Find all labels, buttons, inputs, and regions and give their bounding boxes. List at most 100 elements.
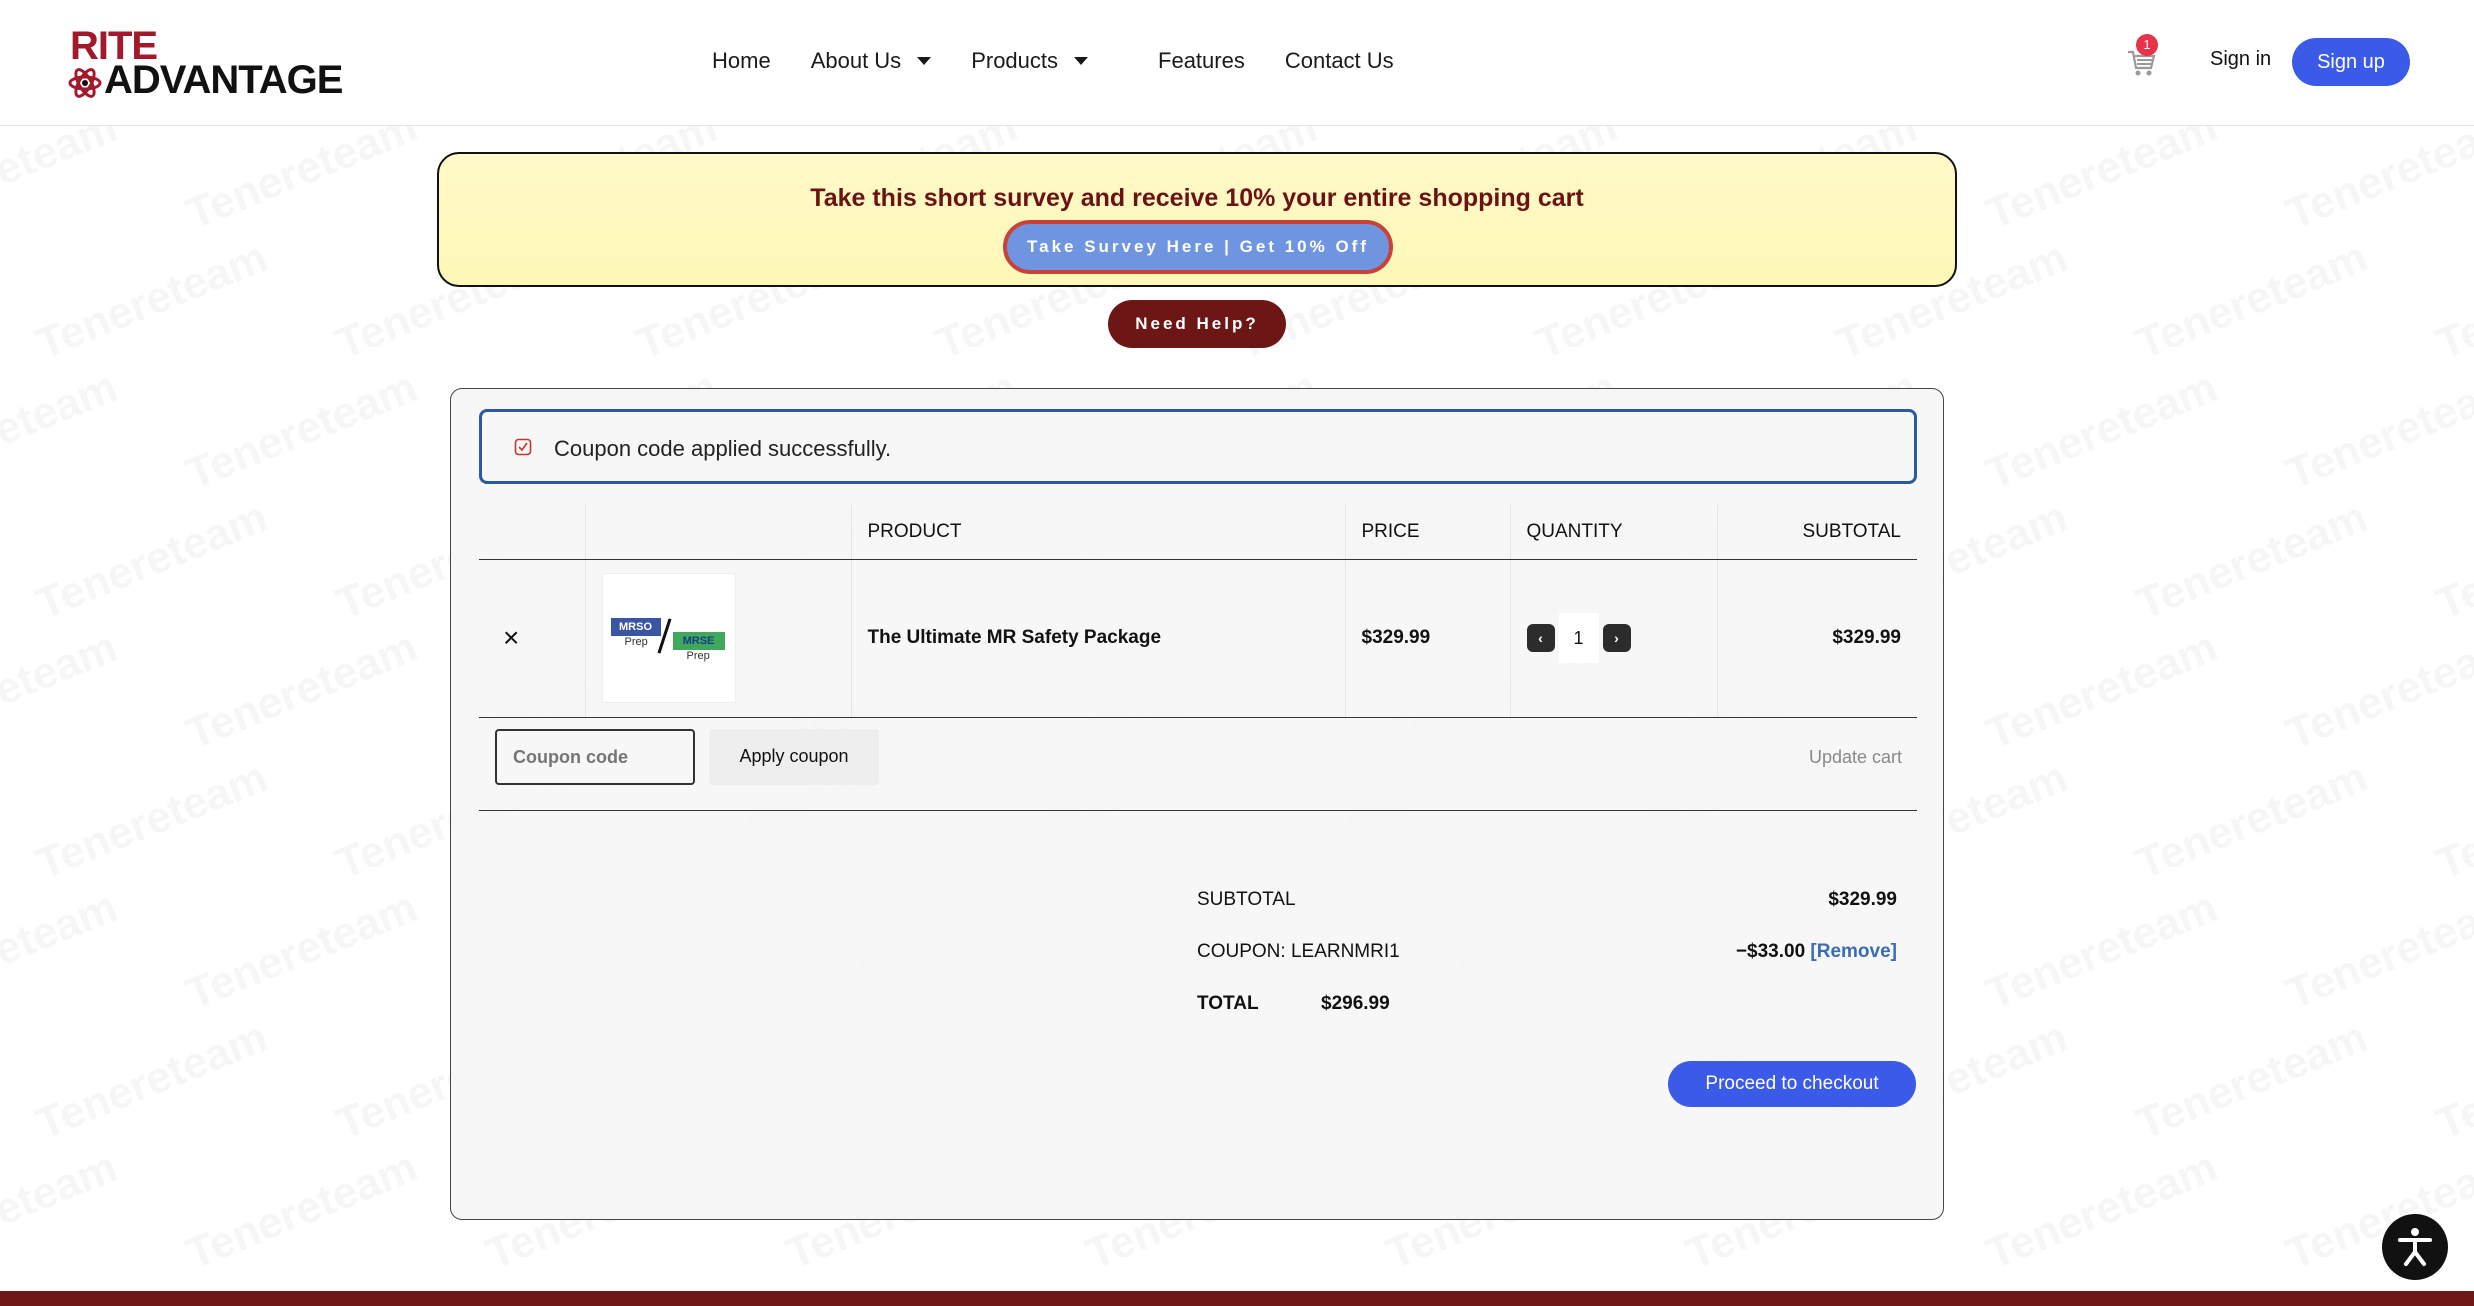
survey-title: Take this short survey and receive 10% y…: [810, 184, 1584, 212]
coupon-row: Apply coupon Update cart: [479, 717, 1917, 811]
watermark-text: Tenereteam: [180, 882, 425, 1020]
watermark-text: Tenereteam: [180, 362, 425, 500]
remove-cell: ×: [479, 559, 585, 718]
site-header: RITE ADVANTAGE Home About Us Products Fe…: [0, 0, 2474, 126]
chevron-left-icon[interactable]: ‹: [1526, 624, 1555, 652]
sign-up-button[interactable]: Sign up: [2292, 38, 2410, 86]
thumb-logo-b-sub: Prep: [686, 650, 710, 662]
nav-features-label: Features: [1158, 48, 1245, 73]
success-notice: Coupon code applied successfully.: [479, 409, 1917, 484]
accessibility-icon: [2398, 1228, 2432, 1266]
watermark-text: Tenereteam: [2130, 492, 2375, 630]
watermark-text: Tenereteam: [1980, 622, 2225, 760]
watermark-text: Tenereteam: [2430, 1012, 2474, 1150]
take-survey-button[interactable]: Take Survey Here | Get 10% Off: [1003, 220, 1393, 274]
remove-coupon-link[interactable]: [Remove]: [1810, 941, 1897, 962]
nav-home[interactable]: Home: [712, 48, 771, 74]
nav-products[interactable]: Products: [971, 48, 1089, 74]
quantity-input[interactable]: 1: [1558, 613, 1599, 663]
apply-coupon-button[interactable]: Apply coupon: [709, 729, 879, 785]
thumbnail-cell: MRSO Prep MRSE Prep: [584, 559, 851, 718]
main-nav: Home About Us Products Features Contact …: [712, 48, 1434, 74]
watermark-text: Tenereteam: [2430, 492, 2474, 630]
nav-contact-us[interactable]: Contact Us: [1285, 48, 1394, 74]
watermark-text: Tenereteam: [2280, 882, 2474, 1020]
totals-coupon-label: COUPON: LEARNMRI1: [1197, 941, 1400, 962]
nav-features[interactable]: Features: [1158, 48, 1245, 74]
watermark-text: Tenereteam: [0, 126, 124, 240]
watermark-text: Tenereteam: [2130, 1012, 2375, 1150]
watermark-text: Tenereteam: [2430, 752, 2474, 890]
chevron-right-icon[interactable]: ›: [1602, 624, 1631, 652]
cart-panel: Coupon code applied successfully. PRODUC…: [450, 388, 1944, 1220]
watermark-text: Tenereteam: [1980, 362, 2225, 500]
nav-products-label: Products: [971, 48, 1059, 73]
watermark-text: Tenereteam: [1980, 126, 2225, 240]
logo-text-bottom: ADVANTAGE: [104, 58, 343, 102]
row-subtotal: $329.99: [1716, 559, 1917, 718]
watermark-text: Tenereteam: [30, 752, 275, 890]
col-header-quantity: QUANTITY: [1509, 505, 1717, 560]
totals-coupon-value: −$33.00: [1735, 941, 1806, 962]
totals-total-value: $296.99: [1321, 993, 1390, 1014]
quantity-cell: ‹ 1 ›: [1509, 559, 1717, 718]
table-header-row: PRODUCT PRICE QUANTITY SUBTOTAL: [479, 505, 1917, 560]
watermark-text: Tenereteam: [0, 362, 124, 500]
watermark-text: Tenereteam: [2130, 232, 2375, 370]
totals-total-label: TOTAL: [1197, 993, 1259, 1014]
nav-about-us-label: About Us: [810, 48, 902, 73]
site-logo[interactable]: RITE ADVANTAGE: [68, 26, 343, 100]
proceed-to-checkout-button[interactable]: Proceed to checkout: [1668, 1061, 1916, 1107]
watermark-text: Tenereteam: [2280, 622, 2474, 760]
watermark-text: Tenereteam: [180, 126, 425, 240]
watermark-text: Tenereteam: [2430, 232, 2474, 370]
sign-in-link[interactable]: Sign in: [2210, 48, 2271, 71]
table-row: × MRSO Prep MRSE Prep The Ultimate MR Sa…: [479, 559, 1917, 718]
watermark-text: Tenereteam: [0, 622, 124, 760]
nav-home-label: Home: [712, 48, 771, 73]
watermark-text: Tenereteam: [1980, 1142, 2225, 1280]
totals-coupon-amount-wrap: −$33.00 [Remove]: [1736, 941, 1897, 963]
watermark-text: Tenereteam: [2280, 362, 2474, 500]
chevron-down-icon: [917, 57, 932, 65]
thumb-logo-a: MRSO: [610, 618, 661, 636]
watermark-text: Tenereteam: [0, 1142, 124, 1280]
col-header-price: PRICE: [1344, 505, 1510, 560]
notice-message: Coupon code applied successfully.: [554, 436, 892, 461]
col-header-product: PRODUCT: [850, 505, 1345, 560]
need-help-button[interactable]: Need Help?: [1108, 300, 1286, 348]
product-name[interactable]: The Ultimate MR Safety Package: [850, 559, 1345, 718]
cart-count-badge: 1: [2136, 34, 2158, 56]
col-header-subtotal: SUBTOTAL: [1716, 505, 1917, 560]
watermark-text: Tenereteam: [30, 232, 275, 370]
survey-banner: Take this short survey and receive 10% y…: [437, 152, 1957, 287]
watermark-text: Tenereteam: [180, 622, 425, 760]
cart-table: PRODUCT PRICE QUANTITY SUBTOTAL × MRSO P…: [479, 505, 1917, 718]
accessibility-button[interactable]: [2382, 1214, 2448, 1280]
atom-icon: [68, 68, 102, 98]
col-header-thumbnail: [584, 505, 851, 560]
check-icon: [514, 438, 532, 456]
footer-bar: [0, 1291, 2474, 1306]
thumb-logo-b: MRSE: [672, 632, 725, 650]
watermark-text: Tenereteam: [2130, 752, 2375, 890]
totals-subtotal-value: $329.99: [1828, 889, 1897, 910]
watermark-text: Tenereteam: [30, 492, 275, 630]
update-cart-button[interactable]: Update cart: [1809, 729, 1909, 785]
totals-subtotal-label: SUBTOTAL: [1197, 889, 1296, 910]
product-price: $329.99: [1344, 559, 1510, 718]
col-header-remove: [479, 505, 585, 560]
chevron-down-icon: [1074, 57, 1089, 65]
close-icon[interactable]: ×: [495, 622, 519, 653]
watermark-text: Tenereteam: [0, 882, 124, 1020]
product-thumbnail[interactable]: MRSO Prep MRSE Prep: [601, 573, 736, 703]
thumb-logo-a-sub: Prep: [624, 636, 648, 648]
watermark-text: Tenereteam: [1980, 882, 2225, 1020]
watermark-text: Tenereteam: [30, 1012, 275, 1150]
quantity-stepper: ‹ 1 ›: [1526, 613, 1717, 663]
nav-contact-us-label: Contact Us: [1284, 48, 1394, 73]
nav-about-us[interactable]: About Us: [811, 48, 932, 74]
watermark-text: Tenereteam: [2280, 126, 2474, 240]
watermark-text: Tenereteam: [180, 1142, 425, 1280]
coupon-code-input[interactable]: [495, 729, 695, 785]
